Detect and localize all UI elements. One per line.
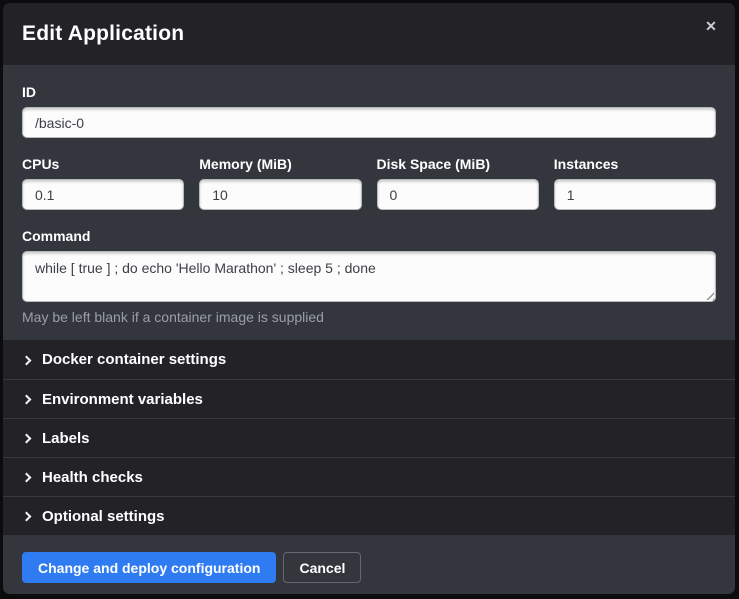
command-help-text: May be left blank if a container image i… — [22, 309, 716, 325]
instances-field-group: Instances — [554, 156, 716, 210]
command-textarea-wrap: while [ true ] ; do echo 'Hello Marathon… — [22, 251, 716, 302]
section-label: Labels — [42, 430, 90, 447]
cpus-label: CPUs — [22, 156, 184, 172]
disk-space-label: Disk Space (MiB) — [377, 156, 539, 172]
section-label: Docker container settings — [42, 351, 226, 368]
chevron-right-icon — [22, 512, 32, 522]
memory-label: Memory (MiB) — [199, 156, 361, 172]
modal-header: Edit Application ✕ — [3, 3, 735, 65]
chevron-right-icon — [22, 355, 32, 365]
instances-label: Instances — [554, 156, 716, 172]
command-textarea[interactable]: while [ true ] ; do echo 'Hello Marathon… — [22, 251, 716, 302]
accordion-sections: Docker container settings Environment va… — [3, 340, 735, 535]
change-and-deploy-button[interactable]: Change and deploy configuration — [22, 552, 276, 583]
modal-footer: Change and deploy configuration Cancel — [3, 535, 735, 594]
resources-row: CPUs Memory (MiB) Disk Space (MiB) Insta… — [22, 156, 716, 210]
section-health-checks[interactable]: Health checks — [3, 457, 735, 496]
id-input[interactable] — [22, 107, 716, 138]
memory-field-group: Memory (MiB) — [199, 156, 361, 210]
modal-title: Edit Application — [22, 22, 184, 46]
chevron-right-icon — [22, 473, 32, 483]
chevron-right-icon — [22, 395, 32, 405]
section-label: Optional settings — [42, 508, 165, 525]
id-field-group: ID — [22, 84, 716, 138]
disk-space-field-group: Disk Space (MiB) — [377, 156, 539, 210]
modal-backdrop: Edit Application ✕ ID CPUs Memory (MiB) … — [0, 0, 739, 599]
command-field-group: Command while [ true ] ; do echo 'Hello … — [22, 228, 716, 325]
section-label: Environment variables — [42, 391, 203, 408]
memory-input[interactable] — [199, 179, 361, 210]
cpus-input[interactable] — [22, 179, 184, 210]
id-label: ID — [22, 84, 716, 100]
section-environment-variables[interactable]: Environment variables — [3, 379, 735, 418]
section-docker-container-settings[interactable]: Docker container settings — [3, 340, 735, 379]
chevron-right-icon — [22, 434, 32, 444]
cpus-field-group: CPUs — [22, 156, 184, 210]
instances-input[interactable] — [554, 179, 716, 210]
section-label: Health checks — [42, 469, 143, 486]
section-optional-settings[interactable]: Optional settings — [3, 496, 735, 535]
close-icon[interactable]: ✕ — [700, 15, 722, 37]
cancel-button[interactable]: Cancel — [283, 552, 361, 583]
section-labels[interactable]: Labels — [3, 418, 735, 457]
application-form: ID CPUs Memory (MiB) Disk Space (MiB) In — [3, 65, 735, 340]
disk-space-input[interactable] — [377, 179, 539, 210]
edit-application-modal: Edit Application ✕ ID CPUs Memory (MiB) … — [3, 3, 735, 594]
command-label: Command — [22, 228, 716, 244]
